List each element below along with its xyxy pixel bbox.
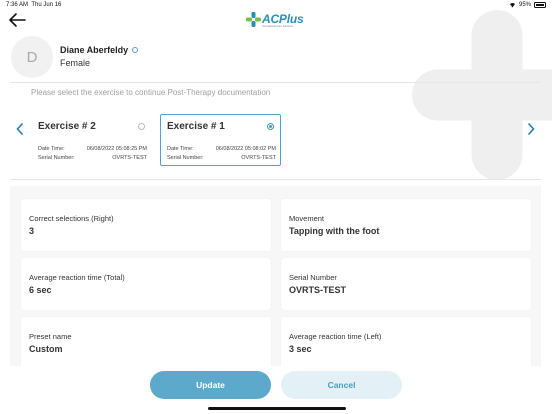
detail-value: OVRTS-TEST (289, 285, 347, 295)
status-clock: 7:36 AM (6, 2, 29, 8)
serial-label: Serial Number: (38, 155, 75, 161)
logo-cross-icon (246, 12, 261, 27)
acplus-logo: ACPlus International Care Solutions (246, 10, 308, 32)
info-icon[interactable] (132, 47, 139, 53)
status-indicators: 95% (508, 2, 546, 8)
patient-gender: Female (60, 58, 91, 68)
exercise-serial-row: Serial Number: OVRTS-TEST (38, 155, 147, 161)
datetime-label: Date Time: (38, 146, 65, 152)
update-button[interactable]: Update (150, 371, 271, 399)
detail-card: Correct selections (Right) 3 (21, 199, 271, 251)
exercise-details-panel[interactable]: Correct selections (Right) 3 Movement Ta… (10, 186, 541, 366)
exercise-card-2[interactable]: Exercise # 2 Date Time: 06/08/2022 05:08… (31, 114, 152, 166)
back-arrow-icon[interactable] (8, 12, 26, 28)
detail-label: Serial Number (289, 273, 337, 282)
logo-subtitle: International Care Solutions (262, 25, 293, 28)
cancel-button[interactable]: Cancel (281, 371, 402, 399)
detail-label: Average reaction time (Left) (289, 332, 382, 341)
detail-card: Average reaction time (Left) 3 sec (281, 317, 531, 366)
exercise-datetime-row: Date Time: 06/08/2022 05:08:02 PM (167, 146, 276, 152)
detail-label: Correct selections (Right) (29, 214, 114, 223)
patient-name-row: Diane Aberfeldy (60, 45, 139, 55)
serial-value: OVRTS-TEST (112, 155, 147, 161)
battery-percent: 95% (518, 2, 531, 8)
detail-label: Movement (289, 214, 325, 223)
datetime-label: Date Time: (167, 146, 194, 152)
home-indicator[interactable] (208, 407, 346, 410)
serial-label: Serial Number: (167, 155, 204, 161)
patient-avatar: D (11, 36, 53, 78)
detail-value: Custom (29, 344, 63, 354)
detail-value: 3 sec (289, 344, 312, 354)
radio-unselected[interactable] (138, 123, 145, 130)
detail-card: Preset name Custom (21, 317, 271, 366)
detail-card: Average reaction time (Total) 6 sec (21, 258, 271, 310)
radio-selected[interactable] (267, 123, 274, 130)
status-time: 7:36 AM Thu Jun 16 (6, 2, 61, 8)
chevron-left-icon[interactable] (16, 123, 24, 135)
detail-value: 3 (29, 226, 35, 236)
exercise-card-1[interactable]: Exercise # 1 Date Time: 06/08/2022 05:08… (160, 114, 281, 166)
exercise-title: Exercise # 1 (167, 121, 225, 132)
battery-icon (534, 2, 546, 8)
exercise-title: Exercise # 2 (38, 121, 96, 132)
detail-card: Movement Tapping with the foot (281, 199, 531, 251)
wifi-icon (508, 2, 516, 8)
logo-text: ACPlus (262, 12, 304, 26)
detail-label: Average reaction time (Total) (29, 273, 125, 282)
exercise-datetime-row: Date Time: 06/08/2022 05:08:25 PM (38, 146, 147, 152)
detail-value: 6 sec (29, 285, 52, 295)
section-divider (10, 179, 541, 180)
serial-value: OVRTS-TEST (241, 155, 276, 161)
chevron-right-icon[interactable] (527, 123, 535, 135)
background-cross-decoration (412, 10, 552, 180)
detail-label: Preset name (29, 332, 72, 341)
exercise-serial-row: Serial Number: OVRTS-TEST (167, 155, 276, 161)
detail-card: Serial Number OVRTS-TEST (281, 258, 531, 310)
status-date: Thu Jun 16 (31, 2, 62, 8)
patient-name: Diane Aberfeldy (60, 45, 129, 55)
detail-value: Tapping with the foot (289, 226, 380, 236)
instruction-text: Please select the exercise to continue P… (31, 88, 271, 97)
datetime-value: 06/08/2022 05:08:25 PM (86, 146, 147, 152)
header-divider (10, 82, 541, 83)
datetime-value: 06/08/2022 05:08:02 PM (215, 146, 276, 152)
